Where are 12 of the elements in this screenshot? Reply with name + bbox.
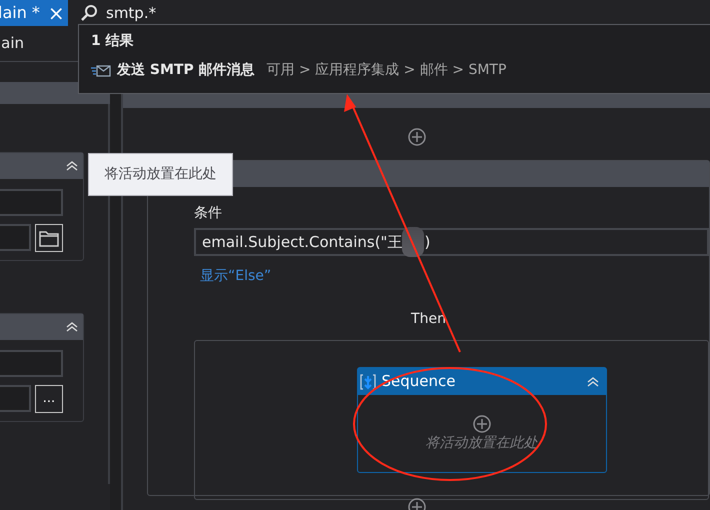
search-field[interactable]: smtp.*	[106, 2, 156, 24]
drop-hint: 将活动放置在此处	[426, 434, 538, 453]
then-label: Then	[411, 311, 446, 327]
search-result[interactable]: 发送 SMTP 邮件消息 可用 > 应用程序集成 > 邮件 > SMTP	[91, 60, 705, 81]
close-icon[interactable]: ×	[48, 3, 65, 23]
tooltip: 将活动放置在此处	[88, 153, 233, 196]
else-link[interactable]: 显示“Else”	[200, 266, 272, 287]
result-count: 1 结果	[91, 32, 135, 51]
condition-label: 条件	[194, 204, 223, 223]
more-button[interactable]: ...	[35, 385, 63, 413]
panel-title: lain	[0, 33, 24, 54]
condition-field[interactable]: email.Subject.Contains("王 )	[194, 228, 709, 256]
